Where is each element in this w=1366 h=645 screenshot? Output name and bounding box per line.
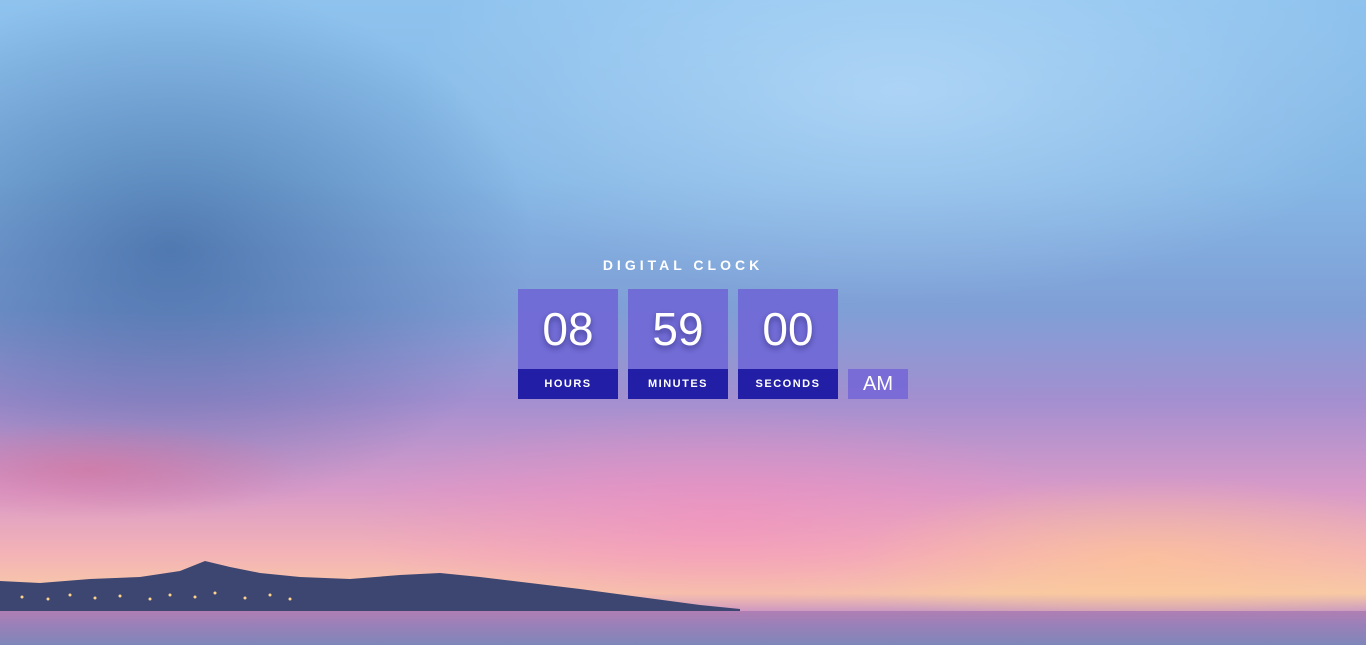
seconds-label: SECONDS — [738, 369, 838, 399]
coastline-hills — [0, 561, 740, 613]
clock-units: 08 HOURS 59 MINUTES 00 SECONDS AM — [518, 289, 908, 399]
seconds-tile: 00 SECONDS — [738, 289, 838, 399]
am-pm-indicator: AM — [848, 369, 908, 399]
minutes-tile: 59 MINUTES — [628, 289, 728, 399]
clock-title: DIGITAL CLOCK — [602, 257, 764, 273]
minutes-value: 59 — [628, 289, 728, 369]
hours-label: HOURS — [518, 369, 618, 399]
hours-value: 08 — [518, 289, 618, 369]
seconds-value: 00 — [738, 289, 838, 369]
minutes-label: MINUTES — [628, 369, 728, 399]
digital-clock: DIGITAL CLOCK 08 HOURS 59 MINUTES 00 SEC… — [518, 255, 908, 399]
sea — [0, 611, 1366, 645]
hours-tile: 08 HOURS — [518, 289, 618, 399]
